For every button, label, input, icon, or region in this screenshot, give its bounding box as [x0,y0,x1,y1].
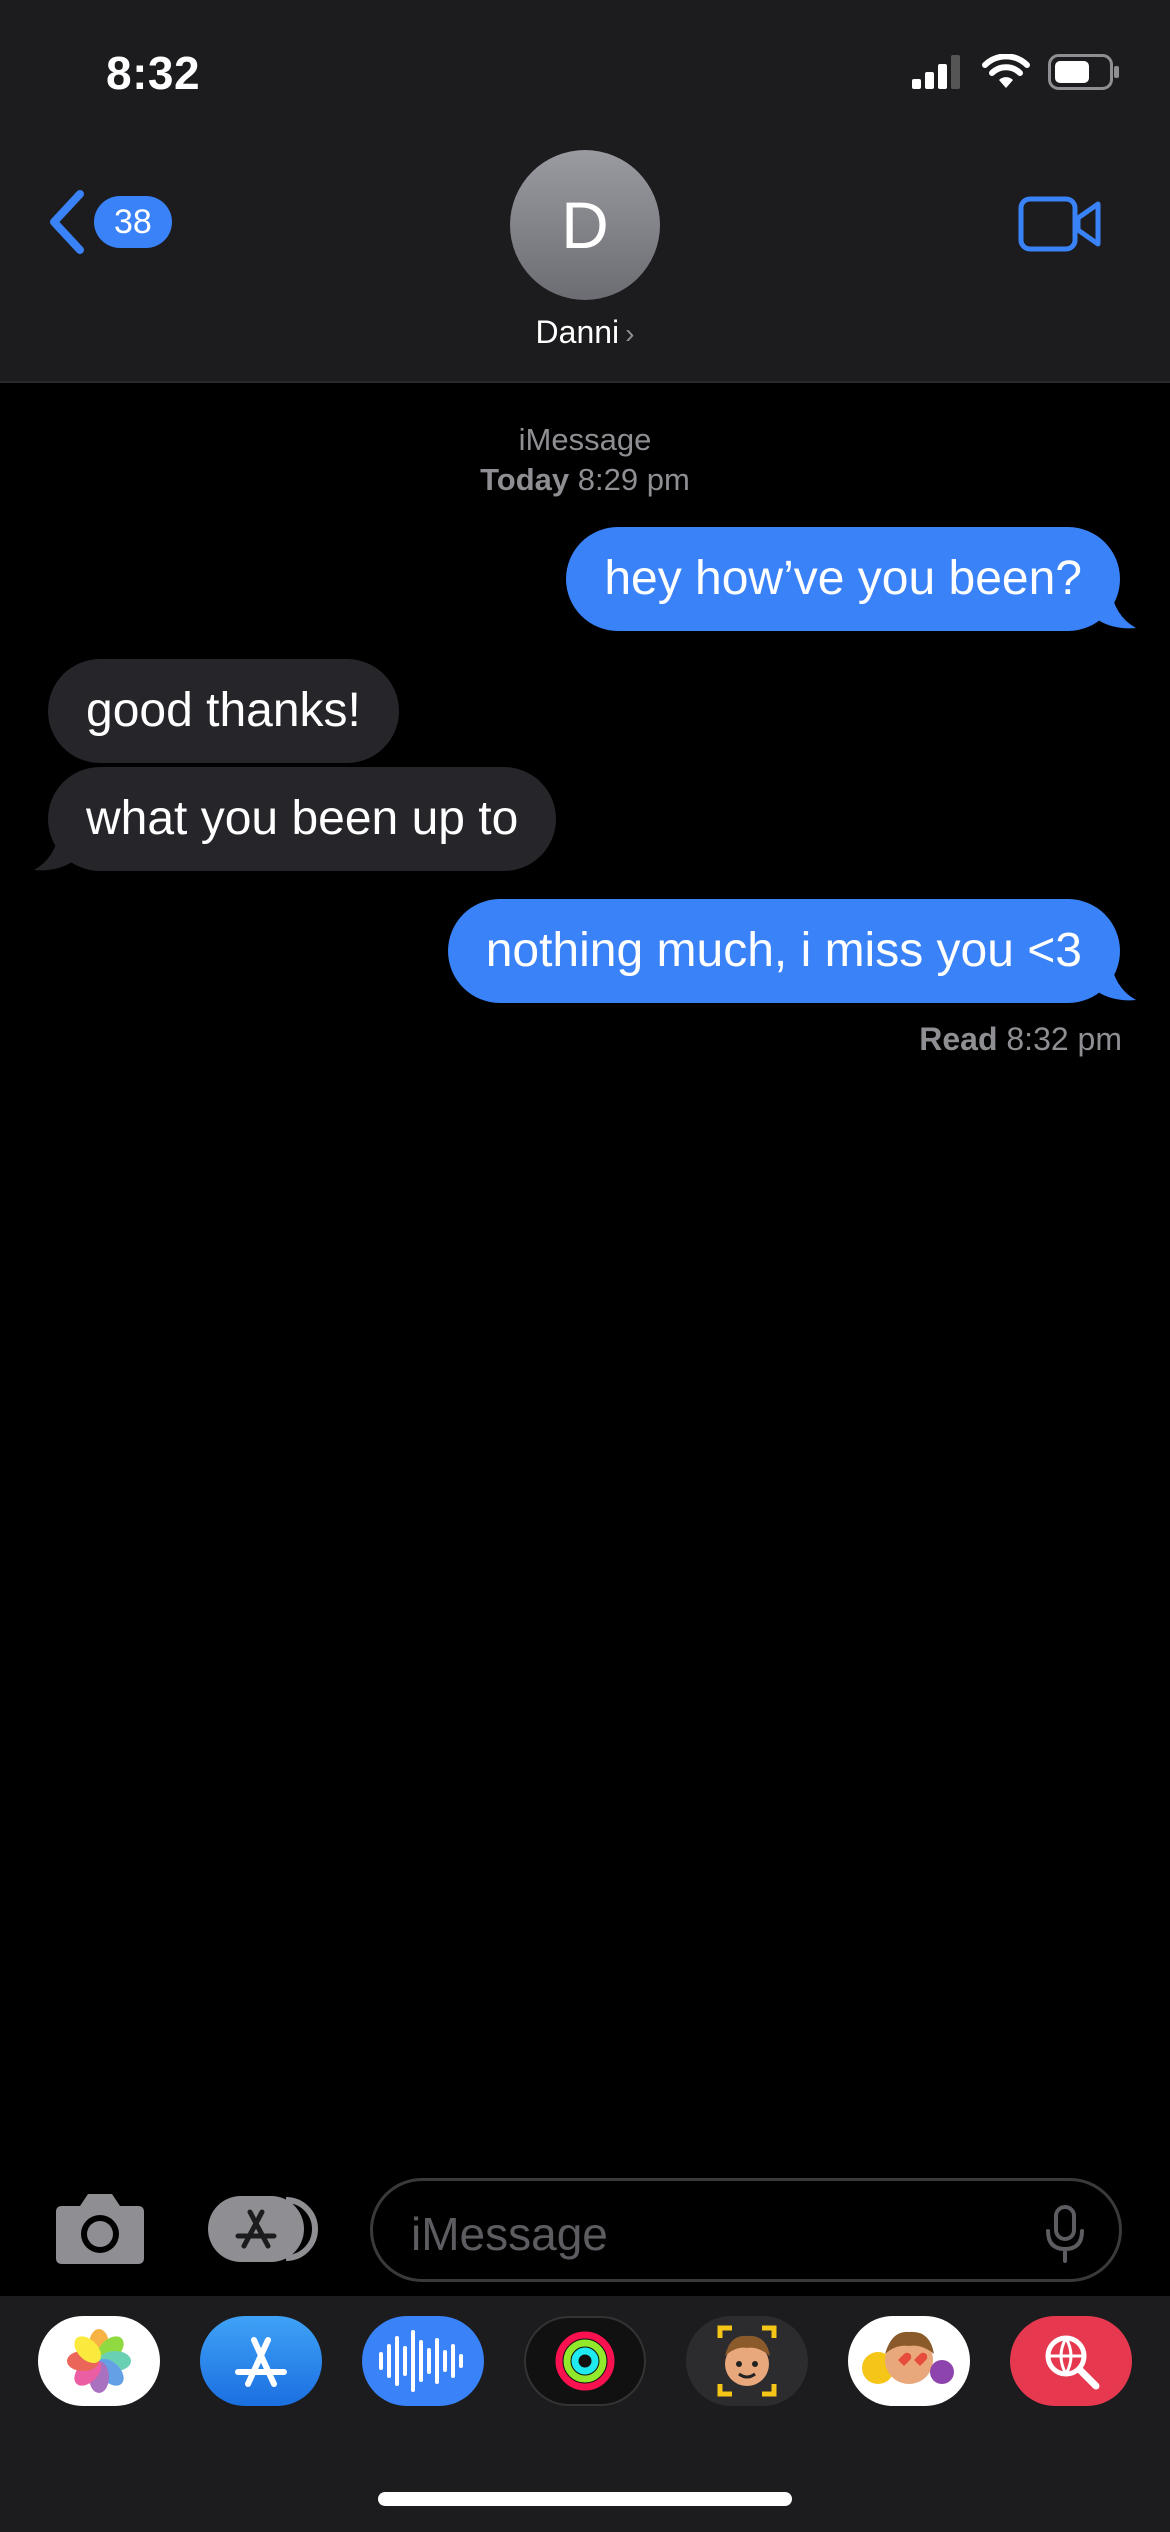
unread-count-badge: 38 [94,196,172,248]
waveform-icon [379,2330,463,2392]
received-message[interactable]: what you been up to [48,767,557,871]
service-label: iMessage [518,422,652,457]
memoji-face-icon [717,2325,777,2397]
photos-flower-icon [67,2329,131,2393]
composer-bar: iMessage [0,2170,1170,2290]
status-icons [912,54,1120,90]
back-button[interactable]: 38 [46,190,172,254]
read-label: Read [919,1021,998,1057]
contact-avatar[interactable]: D [510,150,660,300]
wifi-icon [982,54,1030,88]
camera-icon[interactable] [54,2190,146,2266]
timestamp-time: 8:29 pm [577,462,690,497]
home-indicator[interactable] [378,2492,792,2506]
read-time: 8:32 pm [1006,1021,1122,1057]
sent-message[interactable]: hey how’ve you been? [566,527,1120,631]
avatar-initial: D [561,188,609,262]
memoji-app-icon[interactable] [686,2316,808,2406]
cellular-signal-icon [912,55,960,89]
chevron-left-icon [50,190,84,254]
chevron-right-icon: › [625,318,635,349]
sent-message[interactable]: nothing much, i miss you <3 [447,899,1120,1003]
read-receipt: Read 8:32 pm [919,1021,1122,1058]
activity-app-icon[interactable] [524,2316,646,2406]
app-store-glyph-icon [235,2337,287,2387]
timestamp-day: Today [480,462,570,497]
received-message[interactable]: good thanks! [48,659,399,763]
app-store-app-icon[interactable] [200,2316,322,2406]
message-input[interactable]: iMessage [370,2178,1122,2282]
contact-name: Danni [535,314,620,350]
audio-message-app-icon[interactable] [362,2316,484,2406]
globe-search-icon [1045,2335,1100,2390]
activity-rings-icon [555,2331,615,2391]
microphone-icon[interactable] [1045,2205,1085,2263]
battery-icon [1048,54,1119,90]
memoji-stickers-icon [862,2331,954,2384]
conversation-header: 8:32 38 D Danni › [0,0,1170,383]
message-input-placeholder: iMessage [411,2208,608,2260]
contact-name-button[interactable]: Danni › [0,314,1170,351]
facetime-video-icon[interactable] [1018,196,1102,252]
images-search-app-icon[interactable] [1010,2316,1132,2406]
memoji-stickers-app-icon[interactable] [848,2316,970,2406]
conversation-timestamp: Today 8:29 pm [0,460,1170,500]
photos-app-icon[interactable] [38,2316,160,2406]
app-store-toggle-icon[interactable] [208,2196,320,2262]
status-time: 8:32 [106,47,201,99]
